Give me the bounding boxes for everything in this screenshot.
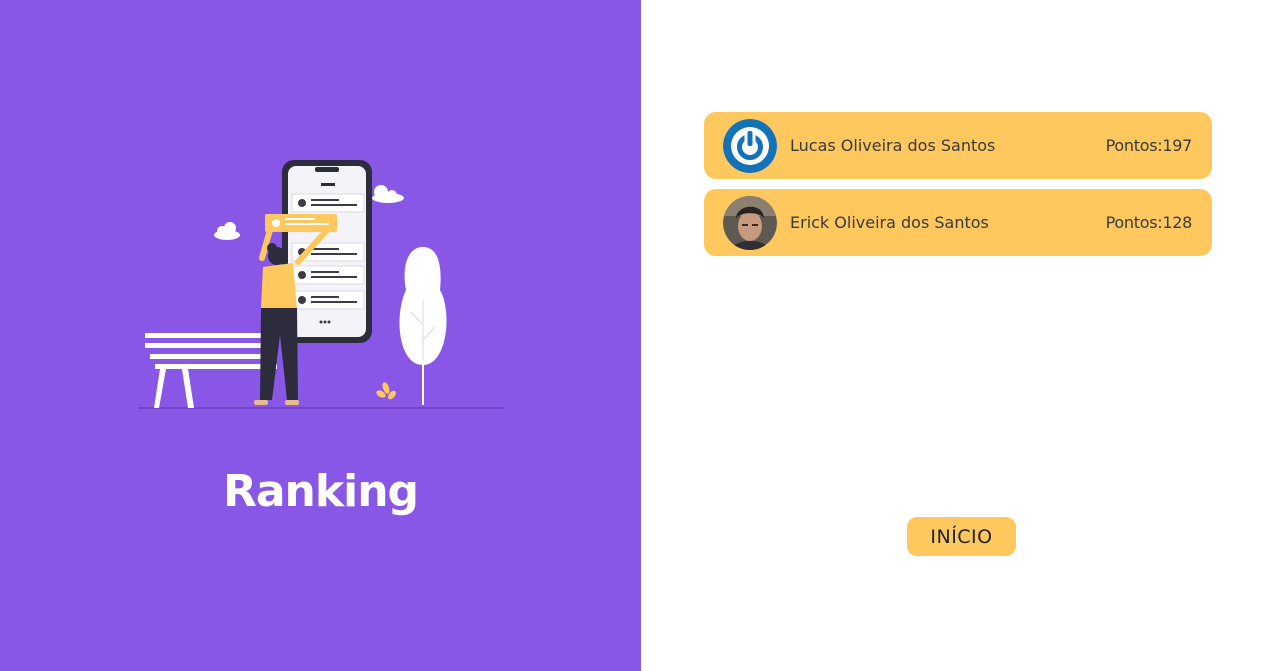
power-logo-avatar — [723, 118, 777, 173]
ranking-name: Lucas Oliveira dos Santos — [790, 136, 996, 155]
ranking-points: Pontos:197 — [1105, 136, 1193, 155]
cloud-icon — [214, 222, 240, 240]
ranking-row[interactable]: Lucas Oliveira dos Santos Pontos:197 — [704, 112, 1212, 179]
user-photo-avatar — [723, 195, 777, 250]
ranking-points: Pontos:128 — [1105, 213, 1193, 232]
ranking-name: Erick Oliveira dos Santos — [790, 213, 989, 232]
person-ranking-phone-illustration — [138, 160, 505, 409]
home-button[interactable]: INÍCIO — [907, 517, 1016, 556]
ranking-list: Lucas Oliveira dos Santos Pontos:197 Eri… — [704, 112, 1212, 266]
left-panel: Ranking — [0, 0, 641, 671]
page-title: Ranking — [222, 466, 419, 517]
cloud-icon — [372, 185, 404, 203]
right-panel: Lucas Oliveira dos Santos Pontos:197 Eri… — [641, 0, 1280, 671]
ranking-row[interactable]: Erick Oliveira dos Santos Pontos:128 — [704, 189, 1212, 256]
